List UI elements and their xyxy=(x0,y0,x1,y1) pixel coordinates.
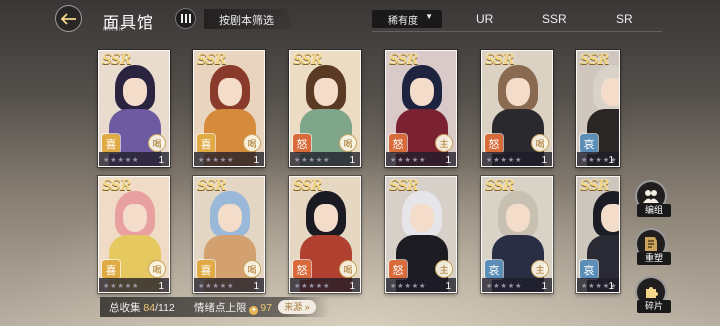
page-subtitle: MASK xyxy=(103,27,125,33)
back-button[interactable] xyxy=(55,5,82,32)
group-button-label: 编组 xyxy=(637,204,671,217)
card-count: 1 xyxy=(253,281,259,292)
emotion-badge: 怒 xyxy=(293,134,311,153)
star-rating: ★★★★★ xyxy=(103,283,140,290)
rarity-label: SSR xyxy=(197,52,227,68)
character-card[interactable]: SSR 怒 主 ★★★★★ 1 xyxy=(385,50,457,167)
script-filter-label: 按剧本筛选 xyxy=(219,15,274,27)
rarity-label: SSR xyxy=(102,178,132,194)
card-count: 1 xyxy=(445,281,451,292)
emotion-badge: 喜 xyxy=(102,260,120,279)
rarity-label: SSR xyxy=(580,52,610,68)
star-rating: ★★★★★ xyxy=(486,283,523,290)
card-count: 1 xyxy=(158,281,164,292)
rarity-label: SSR xyxy=(102,52,132,68)
emotion-badge: 哀 xyxy=(485,260,503,279)
character-card[interactable]: SSR 怒 喝 ★★★★★ 1 xyxy=(289,176,361,293)
role-badge: 喝 xyxy=(148,260,166,278)
fragments-button-label: 碎片 xyxy=(637,300,671,313)
tab-ssr[interactable]: SSR xyxy=(542,12,567,26)
role-badge: 喝 xyxy=(148,134,166,152)
card-count: 1 xyxy=(608,281,614,292)
emotion-badge: 怒 xyxy=(389,260,407,279)
card-count: 1 xyxy=(541,281,547,292)
card-count: 1 xyxy=(253,155,259,166)
star-rating: ★★★★★ xyxy=(390,283,427,290)
role-badge: 喝 xyxy=(339,260,357,278)
mood-stat: 情绪点上限 ✦ 97 xyxy=(194,300,272,315)
rarity-label: SSR xyxy=(389,178,419,194)
tab-ur[interactable]: UR xyxy=(476,12,493,26)
mood-value: 97 xyxy=(260,302,273,314)
card-count: 1 xyxy=(608,155,614,166)
emotion-badge: 喜 xyxy=(197,134,215,153)
collection-count: 84 xyxy=(143,302,156,314)
character-card[interactable]: SSR 哀 主 ★★★★★ 1 xyxy=(481,176,553,293)
star-rating: ★★★★★ xyxy=(294,283,331,290)
character-card[interactable]: SSR 怒 喝 ★★★★★ 1 xyxy=(289,50,361,167)
card-count: 1 xyxy=(541,155,547,166)
script-filter[interactable]: 按剧本筛选 xyxy=(204,9,294,29)
collection-stat: 总收集 84/112 xyxy=(109,300,175,315)
character-card[interactable]: SSR 怒 喝 ★★★★★ 1 xyxy=(481,50,553,167)
rarity-label: SSR xyxy=(485,52,515,68)
role-badge: 主 xyxy=(531,260,549,278)
filter-button[interactable] xyxy=(175,8,196,29)
reshape-button-label: 重塑 xyxy=(637,252,671,265)
mood-coin-icon: ✦ xyxy=(249,306,259,315)
character-card[interactable]: SSR 哀 ★★★★★ 1 xyxy=(576,176,620,293)
character-card[interactable]: SSR 喜 喝 ★★★★★ 1 xyxy=(98,50,170,167)
star-rating: ★★★★★ xyxy=(103,157,140,164)
reshape-icon xyxy=(645,237,657,251)
back-arrow-icon xyxy=(60,12,76,25)
star-rating: ★★★★★ xyxy=(390,157,427,164)
rarity-label: SSR xyxy=(485,178,515,194)
rarity-label: SSR xyxy=(580,178,610,194)
tab-sr[interactable]: SR xyxy=(616,12,633,26)
role-badge: 主 xyxy=(435,134,453,152)
character-card[interactable]: SSR 喜 喝 ★★★★★ 1 xyxy=(193,50,265,167)
rarity-label: SSR xyxy=(389,52,419,68)
sort-dropdown-label: 稀有度 xyxy=(388,16,418,27)
sort-dropdown[interactable]: 稀有度 ▼ xyxy=(372,10,442,28)
character-card[interactable]: SSR 喜 喝 ★★★★★ 1 xyxy=(98,176,170,293)
emotion-badge: 怒 xyxy=(293,260,311,279)
character-card[interactable]: SSR 怒 主 ★★★★★ 1 xyxy=(385,176,457,293)
collection-label: 总收集 xyxy=(109,302,141,314)
role-badge: 喝 xyxy=(339,134,357,152)
emotion-badge: 哀 xyxy=(580,260,598,279)
tab-divider xyxy=(372,31,662,32)
card-count: 1 xyxy=(349,155,355,166)
role-badge: 喝 xyxy=(243,260,261,278)
star-rating: ★★★★★ xyxy=(198,157,235,164)
source-label: 来源 xyxy=(284,302,303,312)
role-badge: 喝 xyxy=(243,134,261,152)
rarity-label: SSR xyxy=(293,52,323,68)
emotion-badge: 喜 xyxy=(197,260,215,279)
emotion-badge: 喜 xyxy=(102,134,120,153)
rarity-label: SSR xyxy=(197,178,227,194)
card-count: 1 xyxy=(445,155,451,166)
star-rating: ★★★★★ xyxy=(198,283,235,290)
star-rating: ★★★★★ xyxy=(486,157,523,164)
source-button[interactable]: 来源 » xyxy=(278,300,316,314)
role-badge: 主 xyxy=(435,260,453,278)
mood-label: 情绪点上限 xyxy=(194,302,247,314)
star-rating: ★★★★★ xyxy=(294,157,331,164)
emotion-badge: 怒 xyxy=(485,134,503,153)
puzzle-icon xyxy=(646,287,658,298)
emotion-badge: 哀 xyxy=(580,134,598,153)
rarity-label: SSR xyxy=(293,178,323,194)
group-icon xyxy=(643,190,659,203)
caret-down-icon: ▼ xyxy=(425,12,433,21)
filter-bars-icon xyxy=(180,14,191,23)
character-card[interactable]: SSR 哀 ★★★★★ 1 xyxy=(576,50,620,167)
collection-total: /112 xyxy=(155,302,175,314)
card-count: 1 xyxy=(158,155,164,166)
card-count: 1 xyxy=(349,281,355,292)
role-badge: 喝 xyxy=(531,134,549,152)
emotion-badge: 怒 xyxy=(389,134,407,153)
character-card[interactable]: SSR 喜 喝 ★★★★★ 1 xyxy=(193,176,265,293)
